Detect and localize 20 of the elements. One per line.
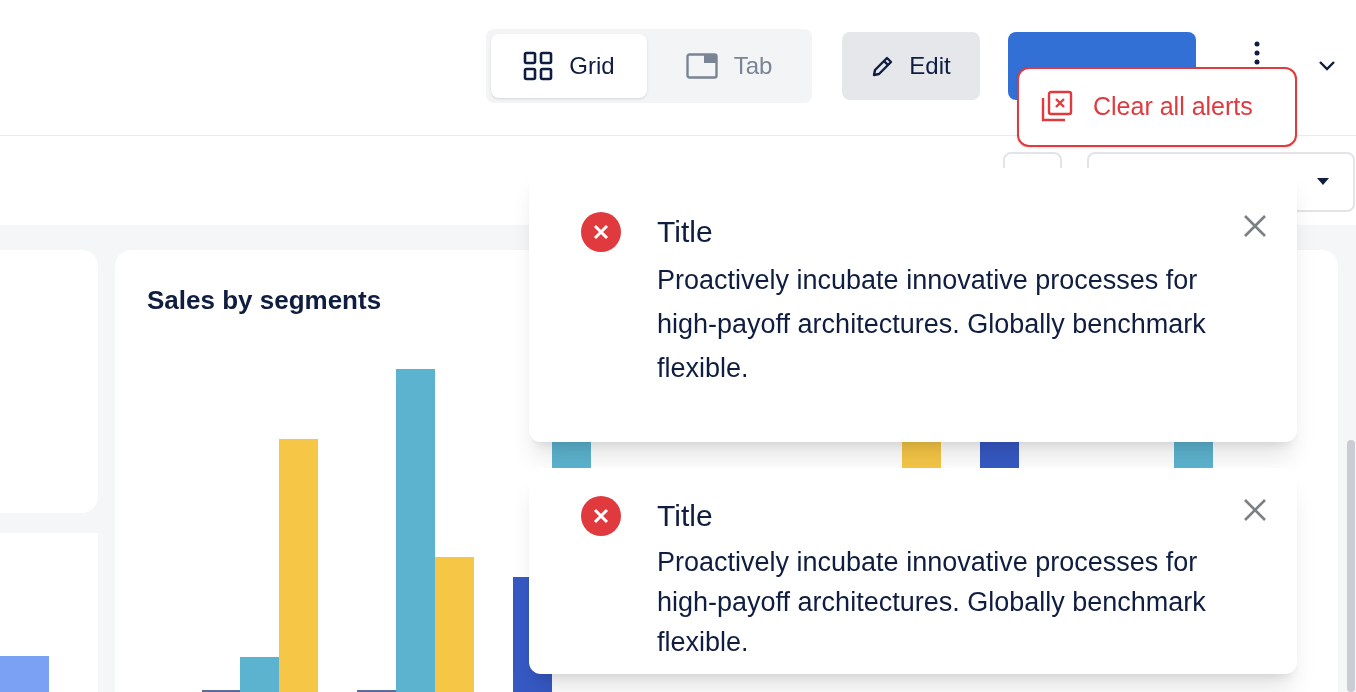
chart-title: Sales by segments [147, 284, 382, 316]
error-icon [581, 496, 621, 536]
view-tab[interactable]: Grid [491, 33, 647, 98]
caret-down-icon [1317, 178, 1329, 185]
close-icon[interactable] [1243, 214, 1267, 238]
window-icon [685, 52, 718, 79]
scrollbar[interactable] [1347, 440, 1355, 692]
alert-message: Proactively incubate innovative processes for high-payoff architectures. Globally benchmark flexible. [657, 546, 1207, 659]
chevron-down-icon[interactable] [1318, 60, 1336, 71]
alert-message: Proactively incubate innovative processes for high-payoff architectures. Globally benchmark flexible. [657, 264, 1207, 385]
kebab-menu-icon[interactable] [1254, 40, 1260, 65]
edit-button[interactable]: Edit [842, 31, 980, 100]
clear-alerts-menu-item[interactable]: Clear all alerts [1019, 69, 1295, 145]
error-icon [581, 212, 621, 252]
close-icon[interactable] [1243, 498, 1267, 522]
alert-title: Title [657, 498, 713, 534]
clear-stack-icon [1039, 90, 1073, 124]
grid-icon [523, 50, 554, 81]
bar-drawing [0, 656, 49, 692]
alert-title: Title [657, 214, 713, 250]
